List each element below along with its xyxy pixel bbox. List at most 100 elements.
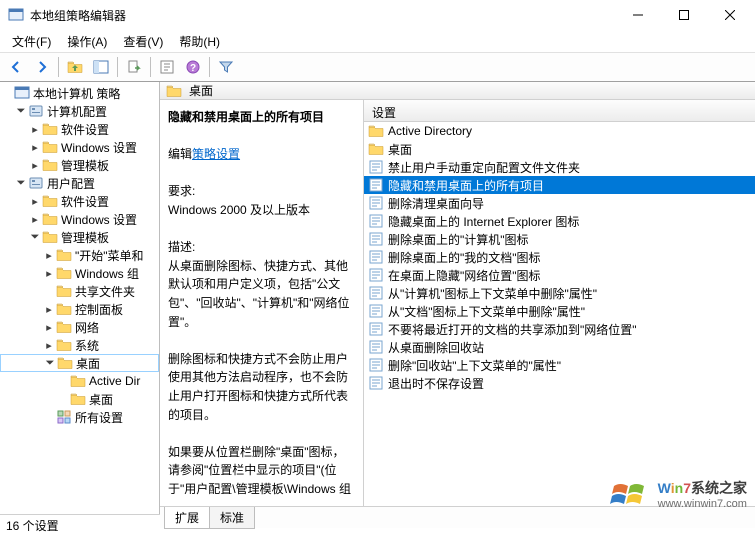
- tree-network[interactable]: ▸ 网络: [0, 318, 159, 336]
- menu-view[interactable]: 查看(V): [115, 31, 171, 52]
- details-header: 桌面: [160, 82, 755, 100]
- status-text: 16 个设置: [6, 517, 59, 534]
- svg-text:?: ?: [190, 63, 196, 74]
- tree-root[interactable]: ▸本地计算机 策略: [0, 84, 159, 102]
- tree-cc-admin[interactable]: ▸管理模板: [0, 156, 159, 174]
- policy-icon: [368, 285, 384, 301]
- edit-label: 编辑: [168, 147, 192, 161]
- tree-label: 网络: [75, 319, 99, 336]
- menu-action[interactable]: 操作(A): [59, 31, 115, 52]
- list-item[interactable]: 不要将最近打开的文档的共享添加到"网络位置": [364, 320, 755, 338]
- details-pane: 桌面 隐藏和禁用桌面上的所有项目 编辑策略设置 要求: Windows 2000…: [160, 82, 755, 514]
- list-item[interactable]: 从桌面删除回收站: [364, 338, 755, 356]
- list-item[interactable]: 删除桌面上的"我的文档"图标: [364, 248, 755, 266]
- tree-label: 本地计算机 策略: [33, 85, 120, 102]
- tree-cc-software[interactable]: ▸ 软件设置: [0, 120, 159, 138]
- tree-desktop-sub[interactable]: ▸桌面: [0, 390, 159, 408]
- close-button[interactable]: [707, 0, 753, 30]
- back-button[interactable]: [4, 55, 28, 79]
- tree-label: Windows 设置: [61, 211, 137, 228]
- tree-label: 软件设置: [61, 121, 109, 138]
- forward-button[interactable]: [30, 55, 54, 79]
- tree-all-settings[interactable]: ▸所有设置: [0, 408, 159, 426]
- expand-icon[interactable]: ▸: [42, 249, 56, 262]
- list-item[interactable]: 删除桌面上的"计算机"图标: [364, 230, 755, 248]
- tree-pane[interactable]: ▸本地计算机 策略 ⏷计算机配置 ▸软件设置 ▸Windows 设置 ▸管理模板…: [0, 82, 160, 514]
- list-item-label: 从桌面删除回收站: [388, 339, 484, 356]
- tree-uc-software[interactable]: ▸ 软件设置: [0, 192, 159, 210]
- policy-icon: [368, 213, 384, 229]
- tree-user-config[interactable]: ⏷用户配置: [0, 174, 159, 192]
- minimize-button[interactable]: [615, 0, 661, 30]
- list-item-label: 删除桌面上的"计算机"图标: [388, 231, 529, 248]
- tree-label: 软件设置: [61, 193, 109, 210]
- refresh-button[interactable]: [155, 55, 179, 79]
- show-hide-tree-button[interactable]: [89, 55, 113, 79]
- tree-desktop[interactable]: ⏷桌面: [0, 354, 159, 372]
- expand-icon[interactable]: ▸: [42, 321, 56, 334]
- tree-start-menu[interactable]: ▸"开始"菜单和: [0, 246, 159, 264]
- tree-active-directory[interactable]: ▸Active Dir: [0, 372, 159, 390]
- tree-system[interactable]: ▸ 系统: [0, 336, 159, 354]
- tree-cc-windows[interactable]: ▸Windows 设置: [0, 138, 159, 156]
- tab-extended[interactable]: 扩展: [164, 507, 210, 529]
- content-area: ▸本地计算机 策略 ⏷计算机配置 ▸软件设置 ▸Windows 设置 ▸管理模板…: [0, 82, 755, 514]
- filter-button[interactable]: [214, 55, 238, 79]
- tree-shared-folders[interactable]: ▸共享文件夹: [0, 282, 159, 300]
- list-item[interactable]: 隐藏和禁用桌面上的所有项目: [364, 176, 755, 194]
- edit-policy-link[interactable]: 策略设置: [192, 147, 240, 161]
- expand-icon[interactable]: ▸: [28, 123, 42, 136]
- toolbar: ?: [0, 52, 755, 82]
- menu-help[interactable]: 帮助(H): [171, 31, 228, 52]
- tree-uc-admin[interactable]: ⏷ 管理模板: [0, 228, 159, 246]
- expand-icon[interactable]: ▸: [28, 159, 42, 172]
- list-item[interactable]: 删除"回收站"上下文菜单的"属性": [364, 356, 755, 374]
- settings-items[interactable]: Active Directory桌面禁止用户手动重定向配置文件文件夹隐藏和禁用桌…: [364, 122, 755, 506]
- policy-icon: [368, 231, 384, 247]
- list-item[interactable]: 禁止用户手动重定向配置文件文件夹: [364, 158, 755, 176]
- list-item-label: 从"文档"图标上下文菜单中删除"属性": [388, 303, 585, 320]
- expand-icon[interactable]: ▸: [42, 339, 56, 352]
- list-item[interactable]: Active Directory: [364, 122, 755, 140]
- tab-standard[interactable]: 标准: [209, 507, 255, 529]
- expand-icon[interactable]: ▸: [28, 213, 42, 226]
- export-button[interactable]: [122, 55, 146, 79]
- menu-file[interactable]: 文件(F): [4, 31, 59, 52]
- policy-icon: [368, 339, 384, 355]
- list-item[interactable]: 从"计算机"图标上下文菜单中删除"属性": [364, 284, 755, 302]
- expand-icon[interactable]: ▸: [28, 195, 42, 208]
- expand-icon[interactable]: ▸: [42, 267, 56, 280]
- folder-icon: [166, 83, 182, 99]
- help-button[interactable]: ?: [181, 55, 205, 79]
- tree-windows-components[interactable]: ▸ Windows 组: [0, 264, 159, 282]
- maximize-button[interactable]: [661, 0, 707, 30]
- expand-icon[interactable]: ▸: [42, 303, 56, 316]
- expand-icon[interactable]: ▸: [28, 141, 42, 154]
- collapse-icon[interactable]: ⏷: [14, 177, 28, 190]
- explain-pane: 隐藏和禁用桌面上的所有项目 编辑策略设置 要求: Windows 2000 及以…: [160, 100, 364, 506]
- collapse-icon[interactable]: ⏷: [43, 357, 57, 370]
- tree-control-panel[interactable]: ▸控制面板: [0, 300, 159, 318]
- up-button[interactable]: [63, 55, 87, 79]
- list-item[interactable]: 在桌面上隐藏"网络位置"图标: [364, 266, 755, 284]
- tree-label: 计算机配置: [47, 103, 107, 120]
- window-title: 本地组策略编辑器: [30, 7, 615, 24]
- list-item-label: 删除桌面上的"我的文档"图标: [388, 249, 541, 266]
- tree-uc-windows[interactable]: ▸ Windows 设置: [0, 210, 159, 228]
- tree-computer-config[interactable]: ⏷ 计算机配置: [0, 102, 159, 120]
- column-header-setting[interactable]: 设置: [364, 100, 755, 122]
- tree-label: Windows 组: [75, 265, 139, 282]
- list-item[interactable]: 删除清理桌面向导: [364, 194, 755, 212]
- list-item-label: 桌面: [388, 141, 412, 158]
- tree-label: 系统: [75, 337, 99, 354]
- list-item[interactable]: 隐藏桌面上的 Internet Explorer 图标: [364, 212, 755, 230]
- toolbar-sep: [117, 57, 118, 77]
- tree-label: 管理模板: [61, 229, 109, 246]
- requirements-value: Windows 2000 及以上版本: [168, 203, 310, 217]
- list-item-label: 删除清理桌面向导: [388, 195, 484, 212]
- list-item[interactable]: 从"文档"图标上下文菜单中删除"属性": [364, 302, 755, 320]
- collapse-icon[interactable]: ⏷: [14, 105, 28, 118]
- list-item[interactable]: 退出时不保存设置: [364, 374, 755, 392]
- collapse-icon[interactable]: ⏷: [28, 231, 42, 244]
- list-item[interactable]: 桌面: [364, 140, 755, 158]
